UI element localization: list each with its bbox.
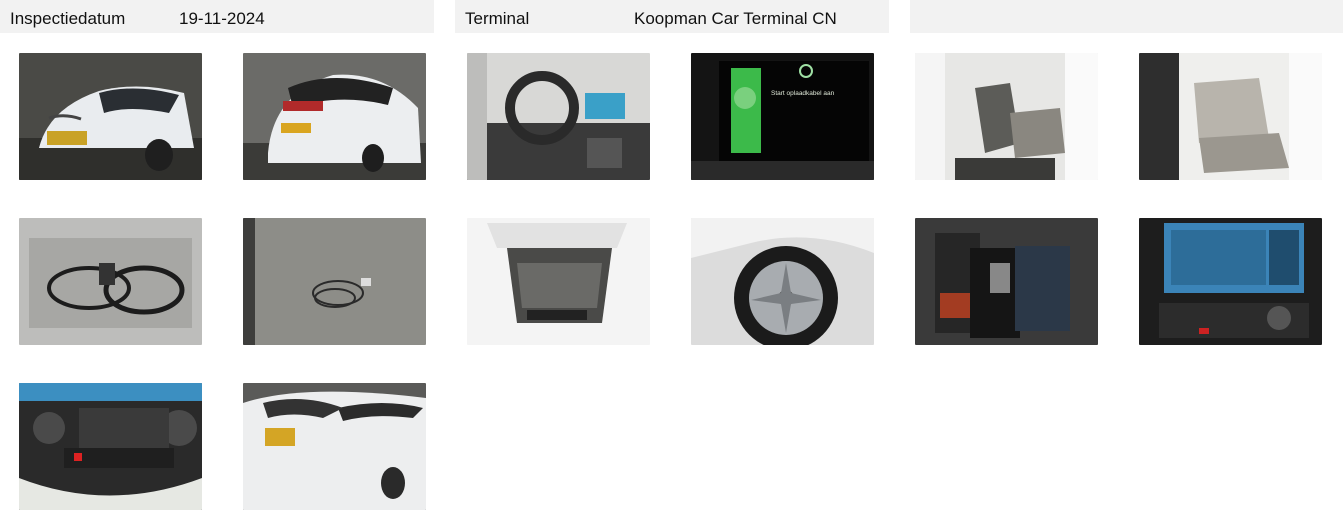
photo-charging-cable-floor[interactable]: [243, 218, 426, 345]
photo-trunk-open[interactable]: [467, 218, 650, 345]
photo-wheel-rim[interactable]: [691, 218, 874, 345]
inspection-date-label: Inspectiedatum: [10, 9, 126, 28]
inspection-date-value: 19-11-2024: [179, 9, 265, 28]
photo-instrument-cluster[interactable]: Start oplaadkabel aan: [691, 53, 874, 180]
empty-header: [910, 0, 1343, 33]
photo-trunk-charging-cables[interactable]: [19, 218, 202, 345]
cluster-message-text: Start oplaadkabel aan: [771, 90, 835, 97]
photo-front-left-exterior[interactable]: [19, 53, 202, 180]
photo-dashboard-interior[interactable]: [467, 53, 650, 180]
terminal-label: Terminal: [465, 9, 530, 28]
photo-climate-controls[interactable]: [19, 383, 202, 510]
terminal-value: Koopman Car Terminal CN: [634, 9, 837, 28]
terminal-header: Terminal Koopman Car Terminal CN: [455, 0, 889, 33]
photo-rear-left-exterior[interactable]: [243, 53, 426, 180]
photo-infotainment-screen[interactable]: [1139, 218, 1322, 345]
photo-front-bumper-headlight[interactable]: [243, 383, 426, 510]
photo-rear-seats[interactable]: [1139, 53, 1322, 180]
photo-manuals-keys[interactable]: [915, 218, 1098, 345]
photo-front-seats[interactable]: [915, 53, 1098, 180]
inspection-header: Inspectiedatum 19-11-2024: [0, 0, 434, 33]
